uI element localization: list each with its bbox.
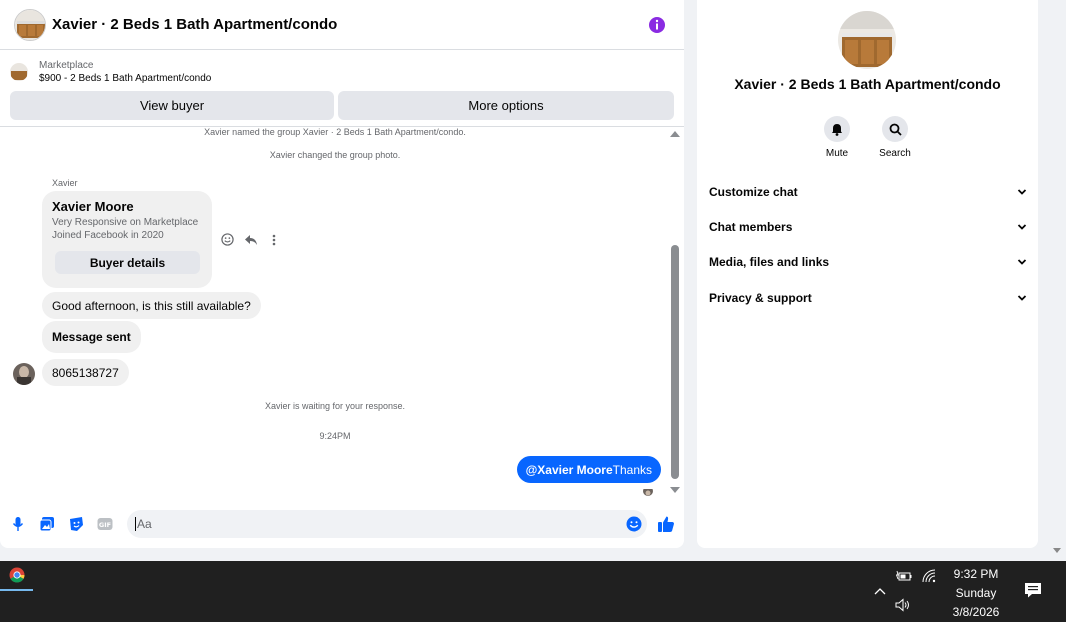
wifi-icon[interactable] xyxy=(921,568,937,584)
view-buyer-button[interactable]: View buyer xyxy=(10,91,334,120)
search-icon xyxy=(889,123,902,136)
listing-thumbnail xyxy=(10,62,28,81)
react-icon[interactable] xyxy=(219,231,236,248)
scroll-up-arrow[interactable] xyxy=(670,131,680,137)
battery-icon[interactable] xyxy=(896,568,912,584)
chat-title: Xavier · 2 Beds 1 Bath Apartment/condo xyxy=(52,16,338,33)
section-label: Customize chat xyxy=(709,185,798,199)
chevron-down-icon xyxy=(1017,259,1027,265)
clock-time: 9:32 PM xyxy=(953,567,999,581)
scrollbar-thumb[interactable] xyxy=(671,245,679,479)
buyer-responsiveness: Very Responsive on Marketplace xyxy=(52,217,199,228)
search-button[interactable]: Search xyxy=(865,116,925,159)
waiting-notice: Xavier is waiting for your response. xyxy=(264,401,406,411)
buyer-details-button[interactable]: Buyer details xyxy=(55,251,200,274)
buyer-name: Xavier Moore xyxy=(52,199,134,214)
customize-chat-section[interactable]: Customize chat xyxy=(709,181,1027,203)
more-icon[interactable] xyxy=(265,231,282,248)
svg-text:GIF: GIF xyxy=(99,521,111,529)
reply-icon[interactable] xyxy=(242,231,259,248)
section-label: Privacy & support xyxy=(709,291,812,305)
buyer-joined: Joined Facebook in 2020 xyxy=(52,230,164,241)
seen-avatar xyxy=(643,486,653,496)
more-options-button[interactable]: More options xyxy=(338,91,674,120)
notification-icon[interactable] xyxy=(1024,582,1042,598)
message-list[interactable]: Xavier named the group Xavier · 2 Beds 1… xyxy=(0,126,684,498)
timestamp: 9:24PM xyxy=(319,431,351,441)
group-avatar[interactable] xyxy=(14,8,46,41)
chevron-down-icon xyxy=(1017,224,1027,230)
details-title: Xavier · 2 Beds 1 Bath Apartment/condo xyxy=(734,76,1001,92)
media-files-links-section[interactable]: Media, files and links xyxy=(709,251,1027,273)
message-actions xyxy=(219,231,282,248)
system-message: Xavier named the group Xavier · 2 Beds 1… xyxy=(204,127,466,137)
mute-label: Mute xyxy=(825,148,849,159)
clock-day: Sunday xyxy=(955,586,997,600)
mic-icon[interactable] xyxy=(10,516,26,532)
message-input[interactable]: Aa xyxy=(127,510,647,538)
clock-date: 3/8/2026 xyxy=(952,605,1000,619)
bell-icon xyxy=(832,123,842,136)
avatar[interactable] xyxy=(13,363,35,385)
emoji-icon[interactable] xyxy=(626,516,642,532)
sender-name: Xavier xyxy=(52,178,78,188)
chrome-taskbar-button[interactable] xyxy=(0,561,33,591)
mute-button[interactable]: Mute xyxy=(807,116,867,159)
incoming-message[interactable]: 8065138727 xyxy=(42,359,129,386)
chevron-down-icon xyxy=(1017,189,1027,195)
buyer-card: Xavier Moore Very Responsive on Marketpl… xyxy=(42,191,212,288)
outgoing-message[interactable]: @Xavier Moore Thanks xyxy=(516,456,661,483)
group-avatar-large[interactable] xyxy=(838,11,896,69)
section-label: Media, files and links xyxy=(709,255,830,269)
section-label: Chat members xyxy=(709,220,793,234)
details-panel: Xavier · 2 Beds 1 Bath Apartment/condo M… xyxy=(697,0,1038,548)
gif-icon[interactable]: GIF xyxy=(97,516,113,532)
search-label: Search xyxy=(879,148,911,159)
input-placeholder: Aa xyxy=(135,517,152,531)
action-row: View buyer More options xyxy=(0,86,684,120)
thumbs-up-icon[interactable] xyxy=(657,515,675,533)
chevron-down-icon xyxy=(1017,295,1027,301)
system-message: Xavier changed the group photo. xyxy=(269,150,401,160)
incoming-message[interactable]: Good afternoon, is this still available? xyxy=(42,292,261,319)
marketplace-listing[interactable]: Marketplace $900 - 2 Beds 1 Bath Apartme… xyxy=(0,50,684,86)
chevron-up-icon[interactable] xyxy=(872,583,888,599)
composer: GIF Aa xyxy=(0,508,684,542)
page-scroll-down-arrow[interactable] xyxy=(1053,548,1061,553)
scroll-down-arrow[interactable] xyxy=(670,487,680,493)
chat-members-section[interactable]: Chat members xyxy=(709,216,1027,238)
privacy-support-section[interactable]: Privacy & support xyxy=(709,287,1027,309)
chat-panel: Xavier · 2 Beds 1 Bath Apartment/condo M… xyxy=(0,0,684,548)
system-clock[interactable]: 9:32 PM Sunday 3/8/2026 xyxy=(945,565,1007,622)
taskbar: 9:32 PM Sunday 3/8/2026 xyxy=(0,561,1066,622)
volume-icon[interactable] xyxy=(895,597,911,613)
photo-icon[interactable] xyxy=(39,516,55,532)
mention[interactable]: @Xavier Moore xyxy=(526,463,613,477)
chrome-icon xyxy=(9,567,24,583)
listing-detail: $900 - 2 Beds 1 Bath Apartment/condo xyxy=(39,72,212,84)
chat-header: Xavier · 2 Beds 1 Bath Apartment/condo xyxy=(0,0,684,50)
incoming-message[interactable]: Message sent xyxy=(42,321,141,353)
marketplace-label: Marketplace xyxy=(39,59,94,71)
outgoing-text: Thanks xyxy=(612,462,652,477)
sticker-icon[interactable] xyxy=(68,516,84,532)
info-icon[interactable] xyxy=(648,16,666,34)
